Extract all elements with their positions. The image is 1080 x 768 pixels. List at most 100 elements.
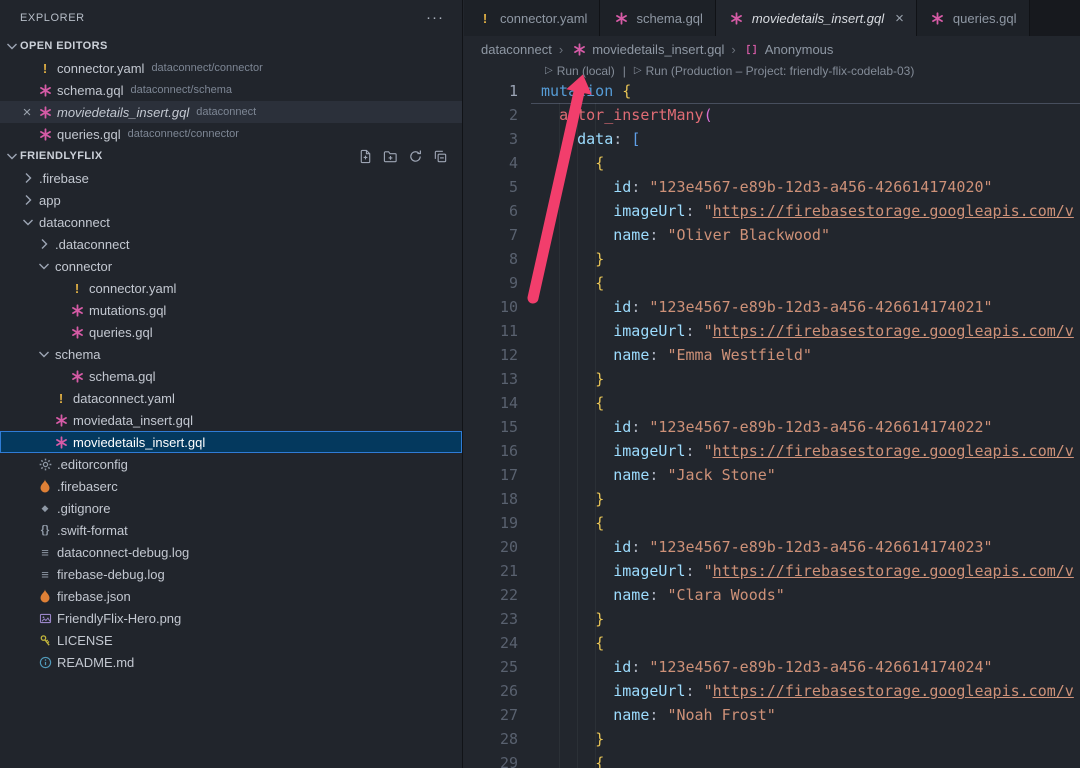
code-line[interactable]: 15 id: "123e4567-e89b-12d3-a456-42661417… bbox=[464, 415, 1080, 439]
graphql-icon bbox=[728, 12, 746, 25]
code-line[interactable]: 26 imageUrl: "https://firebasestorage.go… bbox=[464, 679, 1080, 703]
code-line[interactable]: 9 { bbox=[464, 271, 1080, 295]
graphql-icon bbox=[68, 304, 86, 317]
line-number: 10 bbox=[464, 295, 518, 319]
open-editor-queries-gql[interactable]: queries.gqldataconnect/connector bbox=[0, 123, 462, 145]
line-number: 22 bbox=[464, 583, 518, 607]
breadcrumb-item-dataconnect[interactable]: dataconnect bbox=[481, 42, 552, 57]
code-text: id: "123e4567-e89b-12d3-a456-42661417402… bbox=[518, 655, 993, 679]
code-line[interactable]: 2 actor_insertMany( bbox=[464, 103, 1080, 127]
breadcrumb-separator: › bbox=[559, 42, 563, 57]
code-line[interactable]: 28 } bbox=[464, 727, 1080, 751]
line-number: 16 bbox=[464, 439, 518, 463]
code-line[interactable]: 6 imageUrl: "https://firebasestorage.goo… bbox=[464, 199, 1080, 223]
tree-folder-dataconnect[interactable]: .dataconnect bbox=[0, 233, 462, 255]
chevron-down-icon bbox=[36, 258, 52, 274]
code-line[interactable]: 17 name: "Jack Stone" bbox=[464, 463, 1080, 487]
file-label: firebase-debug.log bbox=[57, 567, 165, 582]
gear-icon bbox=[36, 458, 54, 471]
code-line[interactable]: 8 } bbox=[464, 247, 1080, 271]
code-line[interactable]: 27 name: "Noah Frost" bbox=[464, 703, 1080, 727]
run-production-link[interactable]: ▷ Run (Production – Project: friendly-fl… bbox=[634, 64, 915, 78]
code-line[interactable]: 13 } bbox=[464, 367, 1080, 391]
file-label: queries.gql bbox=[89, 325, 153, 340]
tree-file-connector-yaml[interactable]: !connector.yaml bbox=[0, 277, 462, 299]
tree-file-readme-md[interactable]: README.md bbox=[0, 651, 462, 673]
code-line[interactable]: 22 name: "Clara Woods" bbox=[464, 583, 1080, 607]
codelens: ▷ Run (local) | ▷ Run (Production – Proj… bbox=[464, 62, 1080, 79]
tree-file-dataconnect-debug-log[interactable]: ≡dataconnect-debug.log bbox=[0, 541, 462, 563]
tree-file-dataconnect-yaml[interactable]: !dataconnect.yaml bbox=[0, 387, 462, 409]
code-line[interactable]: 21 imageUrl: "https://firebasestorage.go… bbox=[464, 559, 1080, 583]
tab-schema-gql[interactable]: schema.gql bbox=[600, 0, 715, 36]
tree-folder-firebase[interactable]: .firebase bbox=[0, 167, 462, 189]
tree-file-firebase-debug-log[interactable]: ≡firebase-debug.log bbox=[0, 563, 462, 585]
code-line[interactable]: 16 imageUrl: "https://firebasestorage.go… bbox=[464, 439, 1080, 463]
code-text: { bbox=[518, 631, 604, 655]
tree-file-license[interactable]: LICENSE bbox=[0, 629, 462, 651]
code-line[interactable]: 3 data: [ bbox=[464, 127, 1080, 151]
new-folder-icon[interactable] bbox=[382, 148, 398, 164]
run-local-link[interactable]: ▷ Run (local) bbox=[545, 64, 615, 78]
close-icon[interactable]: × bbox=[895, 11, 904, 26]
tree-folder-dataconnect[interactable]: dataconnect bbox=[0, 211, 462, 233]
line-number: 27 bbox=[464, 703, 518, 727]
code-line[interactable]: 7 name: "Oliver Blackwood" bbox=[464, 223, 1080, 247]
code-editor[interactable]: 1mutation {2 actor_insertMany(3 data: [4… bbox=[464, 79, 1080, 768]
tab-moviedetails-insert-gql[interactable]: moviedetails_insert.gql× bbox=[716, 0, 917, 36]
tree-file-schema-gql[interactable]: schema.gql bbox=[0, 365, 462, 387]
refresh-icon[interactable] bbox=[407, 148, 423, 164]
close-icon[interactable]: × bbox=[18, 105, 36, 120]
chevron-down-icon bbox=[4, 38, 20, 54]
tree-file-queries-gql[interactable]: queries.gql bbox=[0, 321, 462, 343]
tree-file-swift-format[interactable]: {}.swift-format bbox=[0, 519, 462, 541]
file-label: dataconnect-debug.log bbox=[57, 545, 189, 560]
tab-queries-gql[interactable]: queries.gql bbox=[917, 0, 1030, 36]
code-line[interactable]: 18 } bbox=[464, 487, 1080, 511]
tree-file-moviedata-insert-gql[interactable]: moviedata_insert.gql bbox=[0, 409, 462, 431]
code-lines: 1mutation {2 actor_insertMany(3 data: [4… bbox=[464, 79, 1080, 768]
code-line[interactable]: 12 name: "Emma Westfield" bbox=[464, 343, 1080, 367]
tree-file-mutations-gql[interactable]: mutations.gql bbox=[0, 299, 462, 321]
code-line[interactable]: 19 { bbox=[464, 511, 1080, 535]
code-line[interactable]: 11 imageUrl: "https://firebasestorage.go… bbox=[464, 319, 1080, 343]
code-line[interactable]: 29 { bbox=[464, 751, 1080, 768]
open-editor-schema-gql[interactable]: schema.gqldataconnect/schema bbox=[0, 79, 462, 101]
indent-guide bbox=[559, 103, 560, 768]
line-number: 12 bbox=[464, 343, 518, 367]
line-number: 3 bbox=[464, 127, 518, 151]
code-text: id: "123e4567-e89b-12d3-a456-42661417402… bbox=[518, 295, 993, 319]
tree-folder-connector[interactable]: connector bbox=[0, 255, 462, 277]
tree-file-editorconfig[interactable]: .editorconfig bbox=[0, 453, 462, 475]
open-editor-moviedetails-insert-gql[interactable]: ×moviedetails_insert.gqldataconnect bbox=[0, 101, 462, 123]
tree-file-gitignore[interactable]: ◆.gitignore bbox=[0, 497, 462, 519]
tree-file-firebaserc[interactable]: .firebaserc bbox=[0, 475, 462, 497]
project-section-header[interactable]: FRIENDLYFLIX bbox=[0, 145, 462, 167]
folder-label: connector bbox=[55, 259, 112, 274]
code-line[interactable]: 1mutation { bbox=[464, 79, 1080, 103]
code-line[interactable]: 4 { bbox=[464, 151, 1080, 175]
tab-connector-yaml[interactable]: !connector.yaml bbox=[464, 0, 600, 36]
code-line[interactable]: 23 } bbox=[464, 607, 1080, 631]
code-line[interactable]: 14 { bbox=[464, 391, 1080, 415]
tree-file-friendlyflix-hero-png[interactable]: FriendlyFlix-Hero.png bbox=[0, 607, 462, 629]
tree-file-firebase-json[interactable]: firebase.json bbox=[0, 585, 462, 607]
tree-folder-app[interactable]: app bbox=[0, 189, 462, 211]
open-editors-header[interactable]: OPEN EDITORS bbox=[0, 35, 462, 57]
code-line[interactable]: 5 id: "123e4567-e89b-12d3-a456-426614174… bbox=[464, 175, 1080, 199]
more-actions-icon[interactable]: ··· bbox=[426, 9, 444, 26]
collapse-all-icon[interactable] bbox=[432, 148, 448, 164]
tree-file-moviedetails-insert-gql[interactable]: moviedetails_insert.gql bbox=[0, 431, 462, 453]
open-editor-connector-yaml[interactable]: !connector.yamldataconnect/connector bbox=[0, 57, 462, 79]
breadcrumb-item-anonymous[interactable]: Anonymous bbox=[743, 42, 834, 57]
tree-folder-schema[interactable]: schema bbox=[0, 343, 462, 365]
code-line[interactable]: 24 { bbox=[464, 631, 1080, 655]
chevron-right-icon bbox=[20, 170, 36, 186]
breadcrumb-item-moviedetails-insert-gql[interactable]: moviedetails_insert.gql bbox=[570, 42, 724, 57]
code-line[interactable]: 20 id: "123e4567-e89b-12d3-a456-42661417… bbox=[464, 535, 1080, 559]
breadcrumb-separator: › bbox=[731, 42, 735, 57]
code-line[interactable]: 10 id: "123e4567-e89b-12d3-a456-42661417… bbox=[464, 295, 1080, 319]
graphql-icon bbox=[68, 370, 86, 383]
code-line[interactable]: 25 id: "123e4567-e89b-12d3-a456-42661417… bbox=[464, 655, 1080, 679]
new-file-icon[interactable] bbox=[357, 148, 373, 164]
